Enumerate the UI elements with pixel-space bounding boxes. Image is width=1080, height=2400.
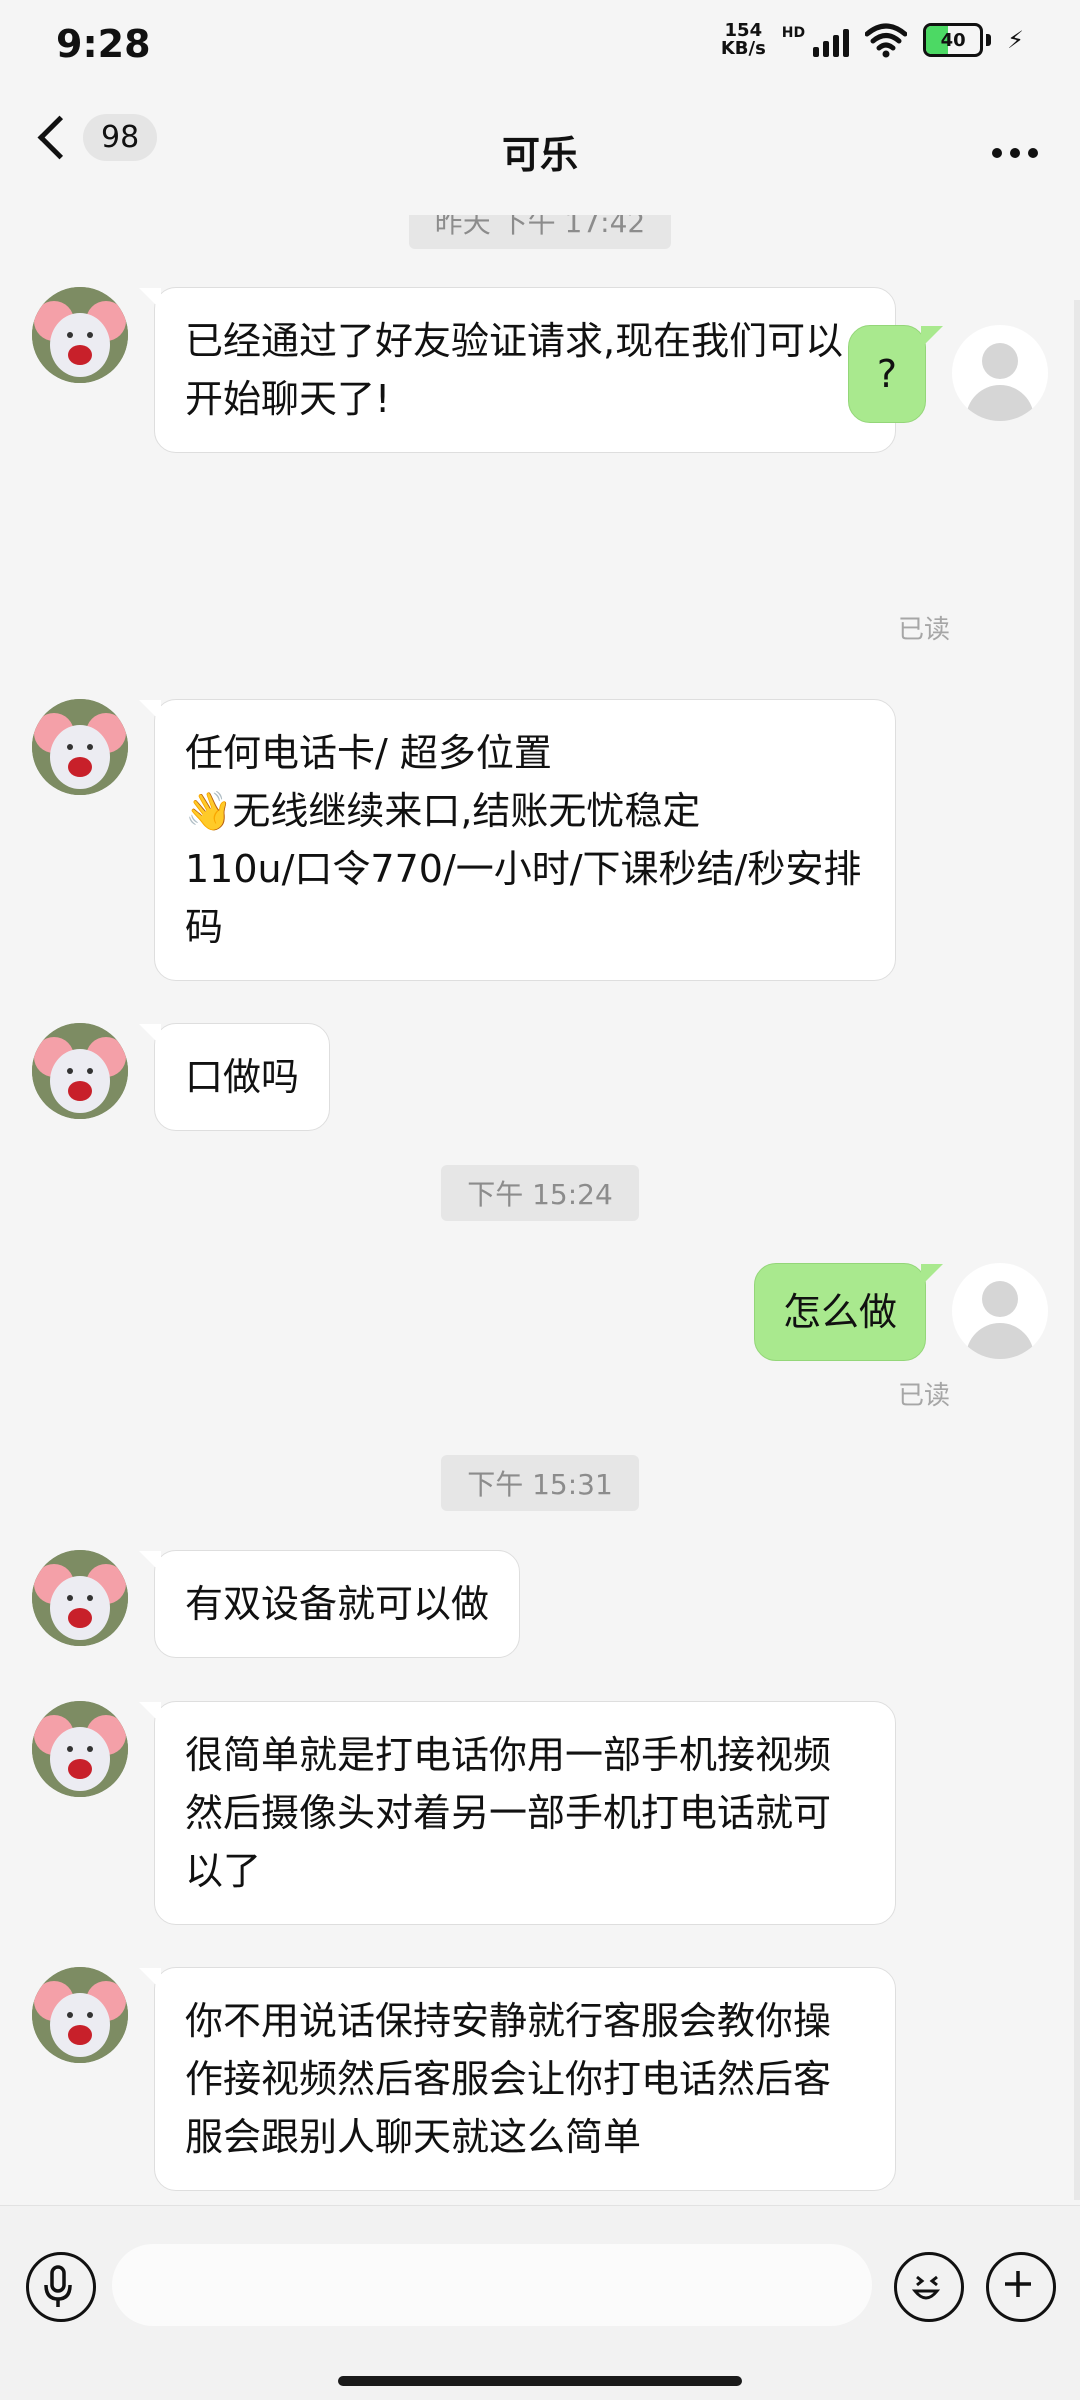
incoming-message: 你不用说话保持安静就行客服会教你操 作接视频然后客服会让你打电话然后客 服会跟别…	[32, 1967, 896, 2191]
network-speed-unit: KB/s	[720, 38, 766, 59]
wifi-icon	[864, 22, 908, 58]
incoming-message: 已经通过了好友验证请求,现在我们可以 开始聊天了!	[32, 287, 896, 453]
contact-avatar[interactable]	[32, 1023, 128, 1119]
incoming-message: 有双设备就可以做	[32, 1550, 521, 1658]
chat-header: 98 可乐	[0, 90, 1080, 215]
message-bubble[interactable]: 已经通过了好友验证请求,现在我们可以 开始聊天了!	[139, 287, 896, 453]
read-receipt: 已读	[897, 1381, 950, 1411]
chat-title: 可乐	[501, 133, 578, 177]
contact-avatar[interactable]	[32, 699, 128, 795]
message-bubble[interactable]: 任何电话卡/ 超多位置 👋无线继续来口,结账无忧稳定 110u/口令770/一小…	[139, 699, 896, 981]
contact-avatar[interactable]	[32, 1550, 128, 1646]
time-divider: 下午 15:31	[0, 1455, 1080, 1511]
time-divider: 昨天 下午 17:42	[0, 215, 1080, 249]
status-time: 9:28	[56, 22, 151, 66]
scrollbar[interactable]	[1074, 300, 1080, 2200]
message-list[interactable]: 昨天 下午 17:42 已经通过了好友验证请求,现在我们可以 开始聊天了! ? …	[0, 215, 1080, 2205]
input-bar	[0, 2205, 1080, 2400]
message-bubble[interactable]: 怎么做	[753, 1263, 944, 1361]
outgoing-message: 怎么做	[753, 1263, 1048, 1361]
network-speed: 154 KB/s	[721, 22, 766, 58]
outgoing-message: ?	[847, 325, 1048, 423]
message-bubble[interactable]: 很简单就是打电话你用一部手机接视频 然后摄像头对着另一部手机打电话就可 以了	[139, 1701, 896, 1925]
chat-screen: 9:28 154 KB/s HD 40 ⚡ 98 可乐 昨天 下午 17:42 …	[0, 0, 1080, 2400]
contact-avatar[interactable]	[32, 287, 128, 383]
plus-icon[interactable]	[986, 2252, 1056, 2322]
home-indicator[interactable]	[338, 2376, 742, 2386]
message-input[interactable]	[112, 2244, 872, 2326]
incoming-message: 很简单就是打电话你用一部手机接视频 然后摄像头对着另一部手机打电话就可 以了	[32, 1701, 896, 1925]
hd-label: HD	[781, 25, 806, 41]
status-icons: 154 KB/s HD 40 ⚡	[721, 22, 1024, 58]
time-divider: 下午 15:24	[0, 1165, 1080, 1221]
message-bubble[interactable]: 有双设备就可以做	[138, 1550, 521, 1658]
message-bubble[interactable]: 口做吗	[138, 1023, 331, 1131]
emoji-icon[interactable]	[894, 2252, 964, 2322]
message-bubble[interactable]: 你不用说话保持安静就行客服会教你操 作接视频然后客服会让你打电话然后客 服会跟别…	[139, 1967, 896, 2191]
more-icon[interactable]	[992, 148, 1038, 158]
read-receipt: 已读	[897, 615, 950, 645]
contact-avatar[interactable]	[32, 1701, 128, 1797]
contact-avatar[interactable]	[32, 1967, 128, 2063]
user-avatar[interactable]	[952, 1263, 1048, 1359]
battery-icon: 40	[923, 23, 992, 57]
incoming-message: 任何电话卡/ 超多位置 👋无线继续来口,结账无忧稳定 110u/口令770/一小…	[32, 699, 896, 981]
charging-icon: ⚡	[1007, 26, 1024, 54]
status-bar: 9:28 154 KB/s HD 40 ⚡	[0, 0, 1080, 90]
message-bubble[interactable]: ?	[847, 325, 944, 423]
microphone-icon[interactable]	[26, 2252, 96, 2322]
signal-icon: HD	[781, 23, 850, 57]
incoming-message: 口做吗	[32, 1023, 331, 1131]
battery-level: 40	[940, 29, 966, 51]
user-avatar[interactable]	[952, 325, 1048, 421]
